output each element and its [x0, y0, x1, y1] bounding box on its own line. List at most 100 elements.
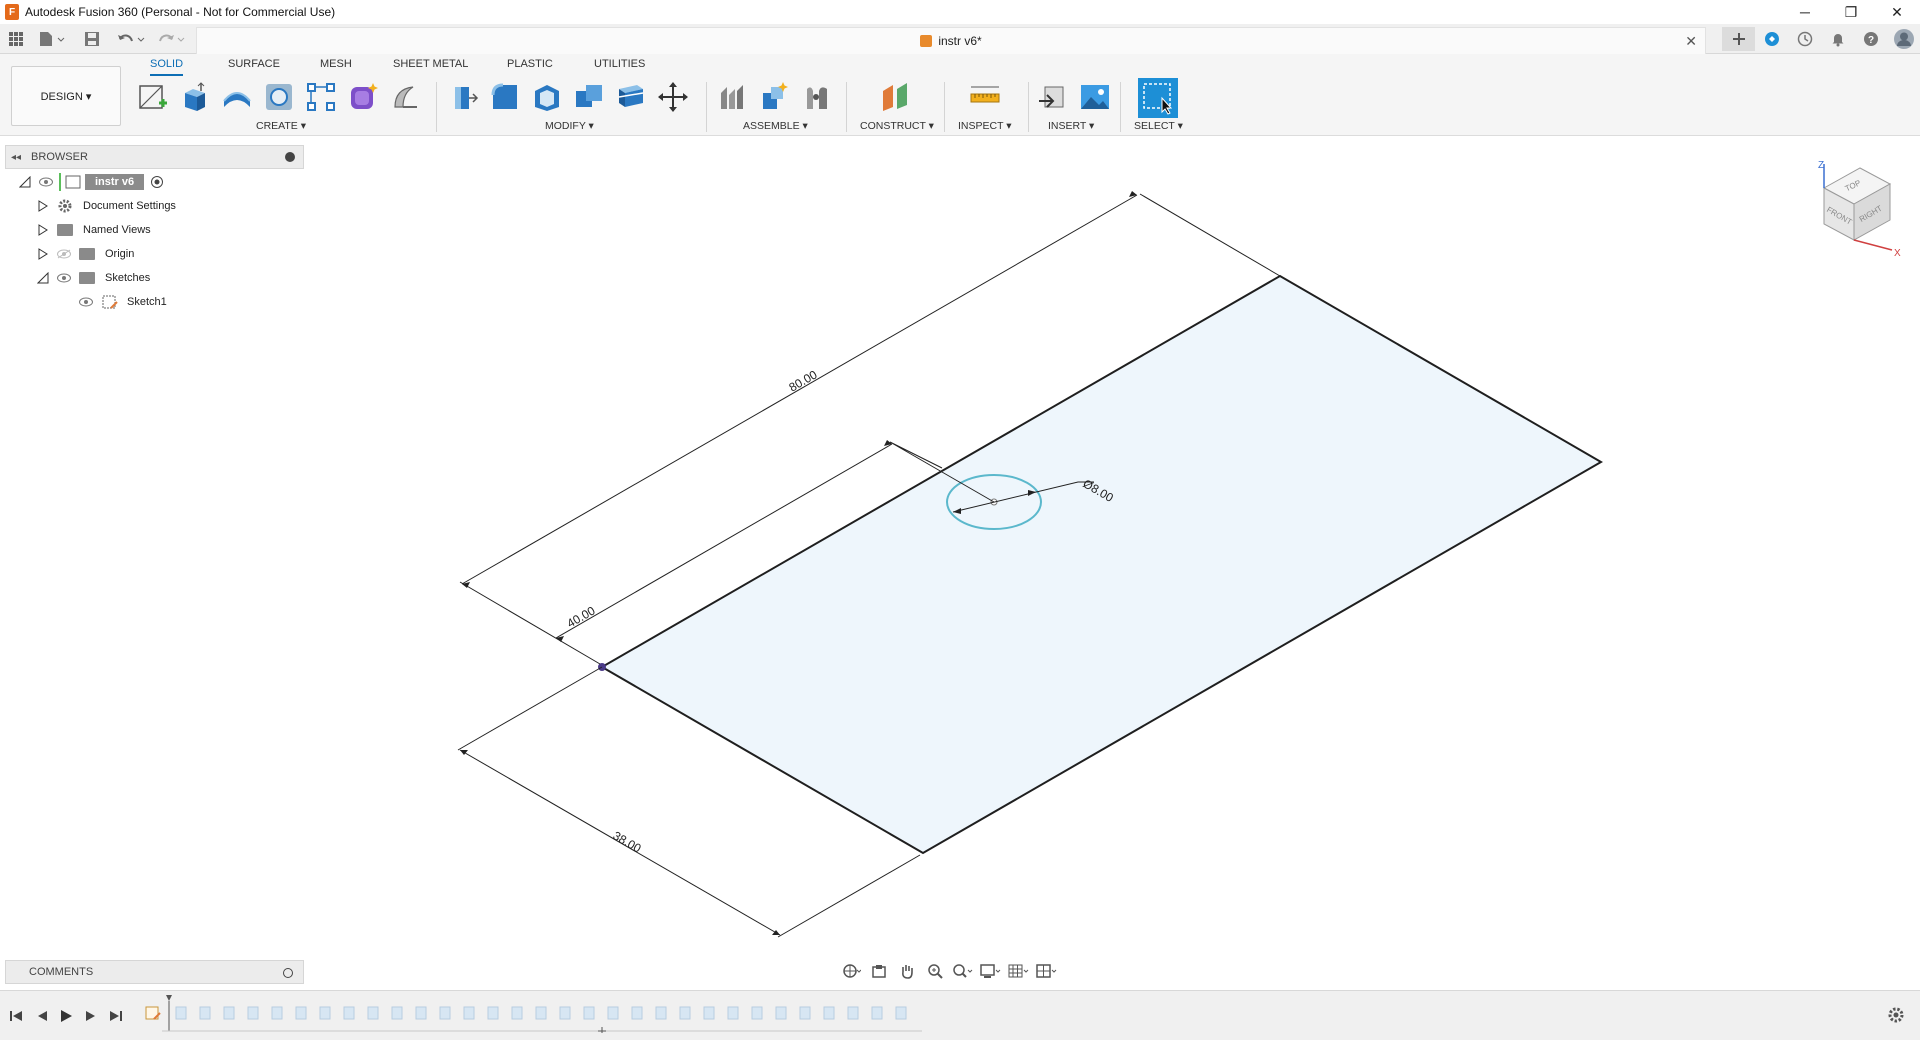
ribbon-separator [1120, 82, 1121, 132]
shell-icon[interactable] [530, 80, 564, 114]
dimension-38[interactable]: 38.00 [611, 828, 644, 855]
title-bar: F Autodesk Fusion 360 (Personal - Not fo… [0, 0, 1920, 24]
display-settings-icon[interactable] [980, 960, 1002, 982]
combine-icon[interactable] [572, 80, 606, 114]
play-icon[interactable] [56, 1007, 76, 1025]
window-controls: ─ ❐ ✕ [1782, 0, 1920, 24]
add-comment-icon[interactable] [283, 968, 293, 978]
sketch-rectangle-profile[interactable] [600, 274, 1603, 855]
extensions-icon[interactable] [1755, 27, 1788, 51]
new-component-icon[interactable] [716, 80, 750, 114]
assemble-group-label[interactable]: ASSEMBLE ▾ [743, 120, 808, 132]
timeline-settings-gear-icon[interactable] [1886, 1005, 1906, 1025]
tab-utilities[interactable]: UTILITIES [594, 58, 645, 76]
pattern-icon[interactable] [304, 80, 338, 114]
timeline [0, 990, 1920, 1040]
fit-zoom-icon[interactable] [952, 960, 974, 982]
ribbon-separator [1028, 82, 1029, 132]
file-menu-icon[interactable] [38, 29, 66, 49]
insert-canvas-icon[interactable] [1078, 80, 1112, 114]
insert-derive-icon[interactable] [1036, 80, 1070, 114]
go-to-start-icon[interactable] [6, 1007, 26, 1025]
new-tab-plus-icon[interactable] [1722, 27, 1755, 51]
timeline-track[interactable] [162, 993, 922, 1033]
offset-plane-icon[interactable] [878, 80, 912, 114]
select-tool-icon[interactable] [1138, 78, 1178, 118]
zoom-icon[interactable] [924, 960, 946, 982]
undo-icon[interactable] [116, 29, 146, 49]
notifications-bell-icon[interactable] [1821, 27, 1854, 51]
press-pull-icon[interactable] [446, 80, 480, 114]
data-panel-grid-icon[interactable] [8, 29, 24, 49]
view-cube[interactable]: TOP FRONT RIGHT Z X [1810, 158, 1906, 258]
move-copy-icon[interactable] [656, 80, 690, 114]
tab-plastic[interactable]: PLASTIC [507, 58, 553, 76]
dimension-80[interactable]: 80.00 [787, 367, 820, 394]
fillet-icon[interactable] [488, 80, 522, 114]
workspace-switcher[interactable]: DESIGN ▾ [11, 66, 121, 126]
ribbon-separator [846, 82, 847, 132]
pan-hand-icon[interactable] [896, 960, 918, 982]
tab-sheet-metal[interactable]: SHEET METAL [393, 58, 468, 76]
fusion-logo-icon: F [5, 4, 19, 20]
joint-icon[interactable] [758, 80, 792, 114]
timeline-inactive-features [175, 1006, 907, 1020]
viewports-icon[interactable] [1036, 960, 1058, 982]
insert-group-label[interactable]: INSERT ▾ [1048, 120, 1094, 132]
timeline-marker[interactable] [166, 995, 172, 1001]
right-toolbar: ? [1722, 27, 1920, 51]
svg-text:?: ? [1867, 35, 1873, 46]
document-cube-icon [920, 35, 933, 47]
ribbon: DESIGN ▾ SOLID SURFACE MESH SHEET METAL … [0, 54, 1920, 136]
as-built-joint-icon[interactable] [800, 80, 834, 114]
navigation-bar [840, 958, 1058, 984]
document-tab-name: instr v6* [938, 34, 982, 48]
step-forward-icon[interactable] [81, 1007, 101, 1025]
timeline-sketch-feature-icon[interactable] [144, 1005, 162, 1023]
ribbon-separator [436, 82, 437, 132]
measure-icon[interactable] [968, 80, 1002, 114]
hole-icon[interactable] [262, 80, 296, 114]
dimension-40[interactable]: 40.00 [565, 603, 598, 630]
tab-surface[interactable]: SURFACE [228, 58, 280, 76]
redo-icon[interactable] [156, 29, 186, 49]
x-axis-label: X [1894, 248, 1901, 258]
construct-group-label[interactable]: CONSTRUCT ▾ [860, 120, 934, 132]
viewport-canvas[interactable]: 80.00 40.00 38.00 Ø8.00 [0, 136, 1920, 956]
x-axis-line [1853, 239, 1893, 251]
comments-title: COMMENTS [29, 966, 94, 978]
help-icon[interactable]: ? [1854, 27, 1887, 51]
extrude-icon[interactable] [178, 80, 212, 114]
user-avatar[interactable] [1887, 27, 1920, 51]
z-axis-label: Z [1818, 160, 1824, 171]
derive-icon[interactable] [388, 80, 422, 114]
select-group-label[interactable]: SELECT ▾ [1134, 120, 1183, 132]
orbit-icon[interactable] [840, 960, 862, 982]
close-window-button[interactable]: ✕ [1874, 0, 1920, 24]
save-icon[interactable] [84, 29, 100, 49]
window-title: Autodesk Fusion 360 (Personal - Not for … [25, 5, 336, 19]
look-at-icon[interactable] [868, 960, 890, 982]
document-tab[interactable]: instr v6* ✕ [196, 27, 1706, 54]
create-form-icon[interactable] [346, 80, 380, 114]
ribbon-separator [706, 82, 707, 132]
restore-button[interactable]: ❐ [1828, 0, 1874, 24]
quick-access-toolbar: instr v6* ✕ ? [0, 24, 1920, 54]
create-sketch-icon[interactable] [136, 80, 170, 114]
revolve-icon[interactable] [220, 80, 254, 114]
step-back-icon[interactable] [32, 1007, 52, 1025]
grid-settings-icon[interactable] [1008, 960, 1030, 982]
create-group-label[interactable]: CREATE ▾ [256, 120, 306, 132]
minimize-button[interactable]: ─ [1782, 0, 1828, 24]
timeline-add-marker [598, 1027, 606, 1033]
ribbon-separator [944, 82, 945, 132]
job-status-clock-icon[interactable] [1788, 27, 1821, 51]
tab-mesh[interactable]: MESH [320, 58, 352, 76]
inspect-group-label[interactable]: INSPECT ▾ [958, 120, 1012, 132]
comments-panel[interactable]: COMMENTS [5, 960, 304, 984]
close-tab-button[interactable]: ✕ [1685, 33, 1697, 50]
offset-faces-icon[interactable] [614, 80, 648, 114]
modify-group-label[interactable]: MODIFY ▾ [545, 120, 594, 132]
go-to-end-icon[interactable] [106, 1007, 126, 1025]
tab-solid[interactable]: SOLID [150, 58, 184, 76]
